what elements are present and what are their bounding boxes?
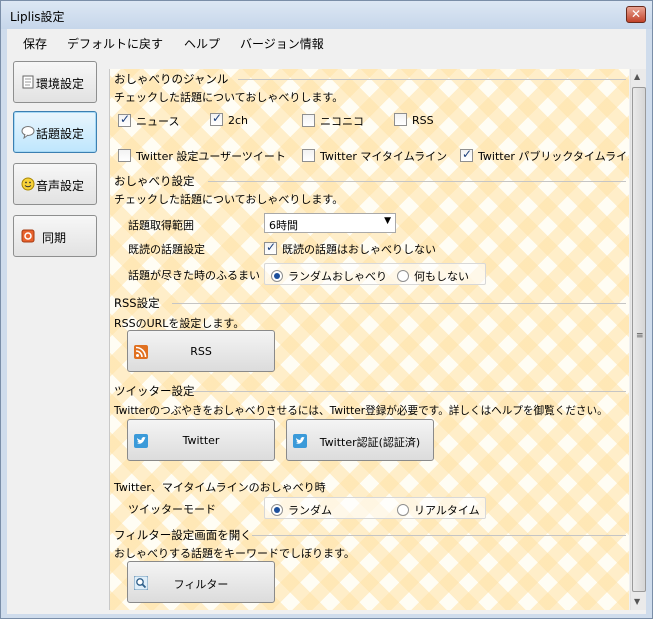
twitter-mode-description: Twitter、マイタイムラインのおしゃべり時 [114,481,326,494]
divider [238,79,626,80]
select-value: 6時間 [269,219,298,232]
checkbox-label: Twitter マイタイムライン [320,150,448,163]
radio-random[interactable]: ランダム [271,502,332,518]
button-label: RSS [190,345,212,358]
radio-dot[interactable] [271,504,283,516]
checkbox-box[interactable] [118,112,131,127]
document-icon [22,75,34,89]
divider [208,181,626,182]
genre-rss-checkbox[interactable]: RSS [394,113,434,127]
chevron-down-icon: ▼ [384,216,391,226]
checkbox-box[interactable] [302,149,315,162]
genre-twitter-public-timeline-checkbox[interactable]: Twitter パブリックタイムライン [460,147,629,164]
button-label: Twitter [182,434,220,447]
twitter-mode-radio-group: ランダム リアルタイム [264,497,486,519]
checkbox-box[interactable] [460,147,473,162]
twitter-bird-icon [293,434,307,448]
filter-section-title: フィルター設定画面を開く [114,528,252,542]
checkbox-box[interactable] [264,240,277,255]
radio-dot[interactable] [271,270,283,282]
twitter-auth-button[interactable]: Twitter認証(認証済) [286,419,434,461]
title-bar: Liplis設定 ✕ [1,1,652,29]
rss-description: RSSのURLを設定します。 [114,317,245,330]
nav-environment-settings[interactable]: 環境設定 [13,61,97,103]
checkbox-label: Twitter パブリックタイムライン [478,150,629,163]
divider [252,535,626,536]
scrollbar-thumb[interactable]: ≡ [632,87,646,592]
read-topic-label: 既読の話題設定 [128,243,205,256]
nav-label: 音声設定 [36,179,85,193]
nav-voice-settings[interactable]: 音声設定 [13,163,97,205]
twitter-button[interactable]: Twitter [127,419,275,461]
divider [192,391,626,392]
topic-range-select[interactable]: 6時間 ▼ [264,213,396,233]
radio-random-talk[interactable]: ランダムおしゃべり [271,268,387,284]
sync-icon [21,229,35,243]
nav-sync[interactable]: 同期 [13,215,97,257]
radio-label: リアルタイム [414,504,480,517]
talk-section-title: おしゃべり設定 [114,174,195,188]
genre-niconico-checkbox[interactable]: ニコニコ [302,113,364,129]
filter-description: おしゃべりする話題をキーワードでしぼります。 [114,547,355,560]
radio-label: ランダム [288,504,332,517]
genre-2ch-checkbox[interactable]: 2ch [210,111,249,127]
genre-section-title: おしゃべりのジャンル [114,72,229,86]
radio-label: ランダムおしゃべり [288,270,387,283]
genre-twitter-my-timeline-checkbox[interactable]: Twitter マイタイムライン [302,148,447,164]
nav-label: 話題設定 [36,127,85,141]
checkbox-box[interactable] [210,111,223,126]
speech-bubble-icon [21,126,35,139]
button-label: Twitter認証(認証済) [319,436,421,449]
checkbox-box[interactable] [394,113,407,126]
genre-news-checkbox[interactable]: ニュース [118,112,180,129]
checkbox-label: 2ch [228,114,249,127]
genre-description: チェックした話題についておしゃべりします。 [114,91,344,104]
nav-label: 環境設定 [36,77,85,91]
checkbox-box[interactable] [302,114,315,127]
radio-realtime[interactable]: リアルタイム [397,502,480,518]
client-area: 環境設定 話題設定 音声設定 同期 おしゃべりのジャンル チェックした話題につい… [7,55,646,614]
twitter-mode-label: ツイッターモード [128,503,216,516]
checkbox-label: RSS [412,114,434,127]
checkbox-label: 既読の話題はおしゃべりしない [282,243,436,256]
menu-reset-default[interactable]: デフォルトに戻す [67,35,163,52]
radio-label: 何もしない [414,270,469,283]
grip-icon: ≡ [636,331,644,341]
topic-range-label: 話題取得範囲 [128,219,194,232]
out-of-topic-label: 話題が尽きた時のふるまい [128,269,260,282]
vertical-scrollbar[interactable]: ▲ ≡ ▼ [630,69,646,610]
topic-settings-panel: おしゃべりのジャンル チェックした話題についておしゃべりします。 ニュース 2c… [109,69,629,610]
nav-label: 同期 [42,231,67,245]
menu-version-info[interactable]: バージョン情報 [240,35,324,52]
menu-bar: 保存 デフォルトに戻す ヘルプ バージョン情報 [7,29,646,55]
radio-dot[interactable] [397,504,409,516]
divider [172,303,626,304]
settings-window: Liplis設定 ✕ 保存 デフォルトに戻す ヘルプ バージョン情報 環境設定 … [0,0,653,619]
scroll-up-icon[interactable]: ▲ [634,72,640,81]
twitter-description: Twitterのつぶやきをおしゃべりさせるには、Twitter登録が必要です。詳… [114,405,608,417]
talk-description: チェックした話題についておしゃべりします。 [114,193,344,206]
menu-save[interactable]: 保存 [23,35,47,52]
skip-read-topic-checkbox[interactable]: 既読の話題はおしゃべりしない [264,240,436,257]
checkbox-label: ニコニコ [320,115,364,128]
genre-twitter-user-checkbox[interactable]: Twitter 設定ユーザーツイート [118,148,286,164]
radio-do-nothing[interactable]: 何もしない [397,268,469,284]
button-label: フィルター [173,578,229,591]
rss-section-title: RSS設定 [114,296,160,310]
filter-button[interactable]: フィルター [127,561,275,603]
rss-button[interactable]: RSS [127,330,275,372]
scroll-down-icon[interactable]: ▼ [634,597,640,606]
close-button[interactable]: ✕ [626,6,646,23]
radio-dot[interactable] [397,270,409,282]
window-title: Liplis設定 [10,10,65,24]
nav-topic-settings[interactable]: 話題設定 [13,111,97,153]
twitter-section-title: ツイッター設定 [114,384,195,398]
checkbox-label: ニュース [136,115,180,128]
out-of-topic-radio-group: ランダムおしゃべり 何もしない [264,263,486,285]
checkbox-label: Twitter 設定ユーザーツイート [136,150,286,163]
smiley-icon [21,177,35,191]
menu-help[interactable]: ヘルプ [184,35,220,52]
checkbox-box[interactable] [118,149,131,162]
